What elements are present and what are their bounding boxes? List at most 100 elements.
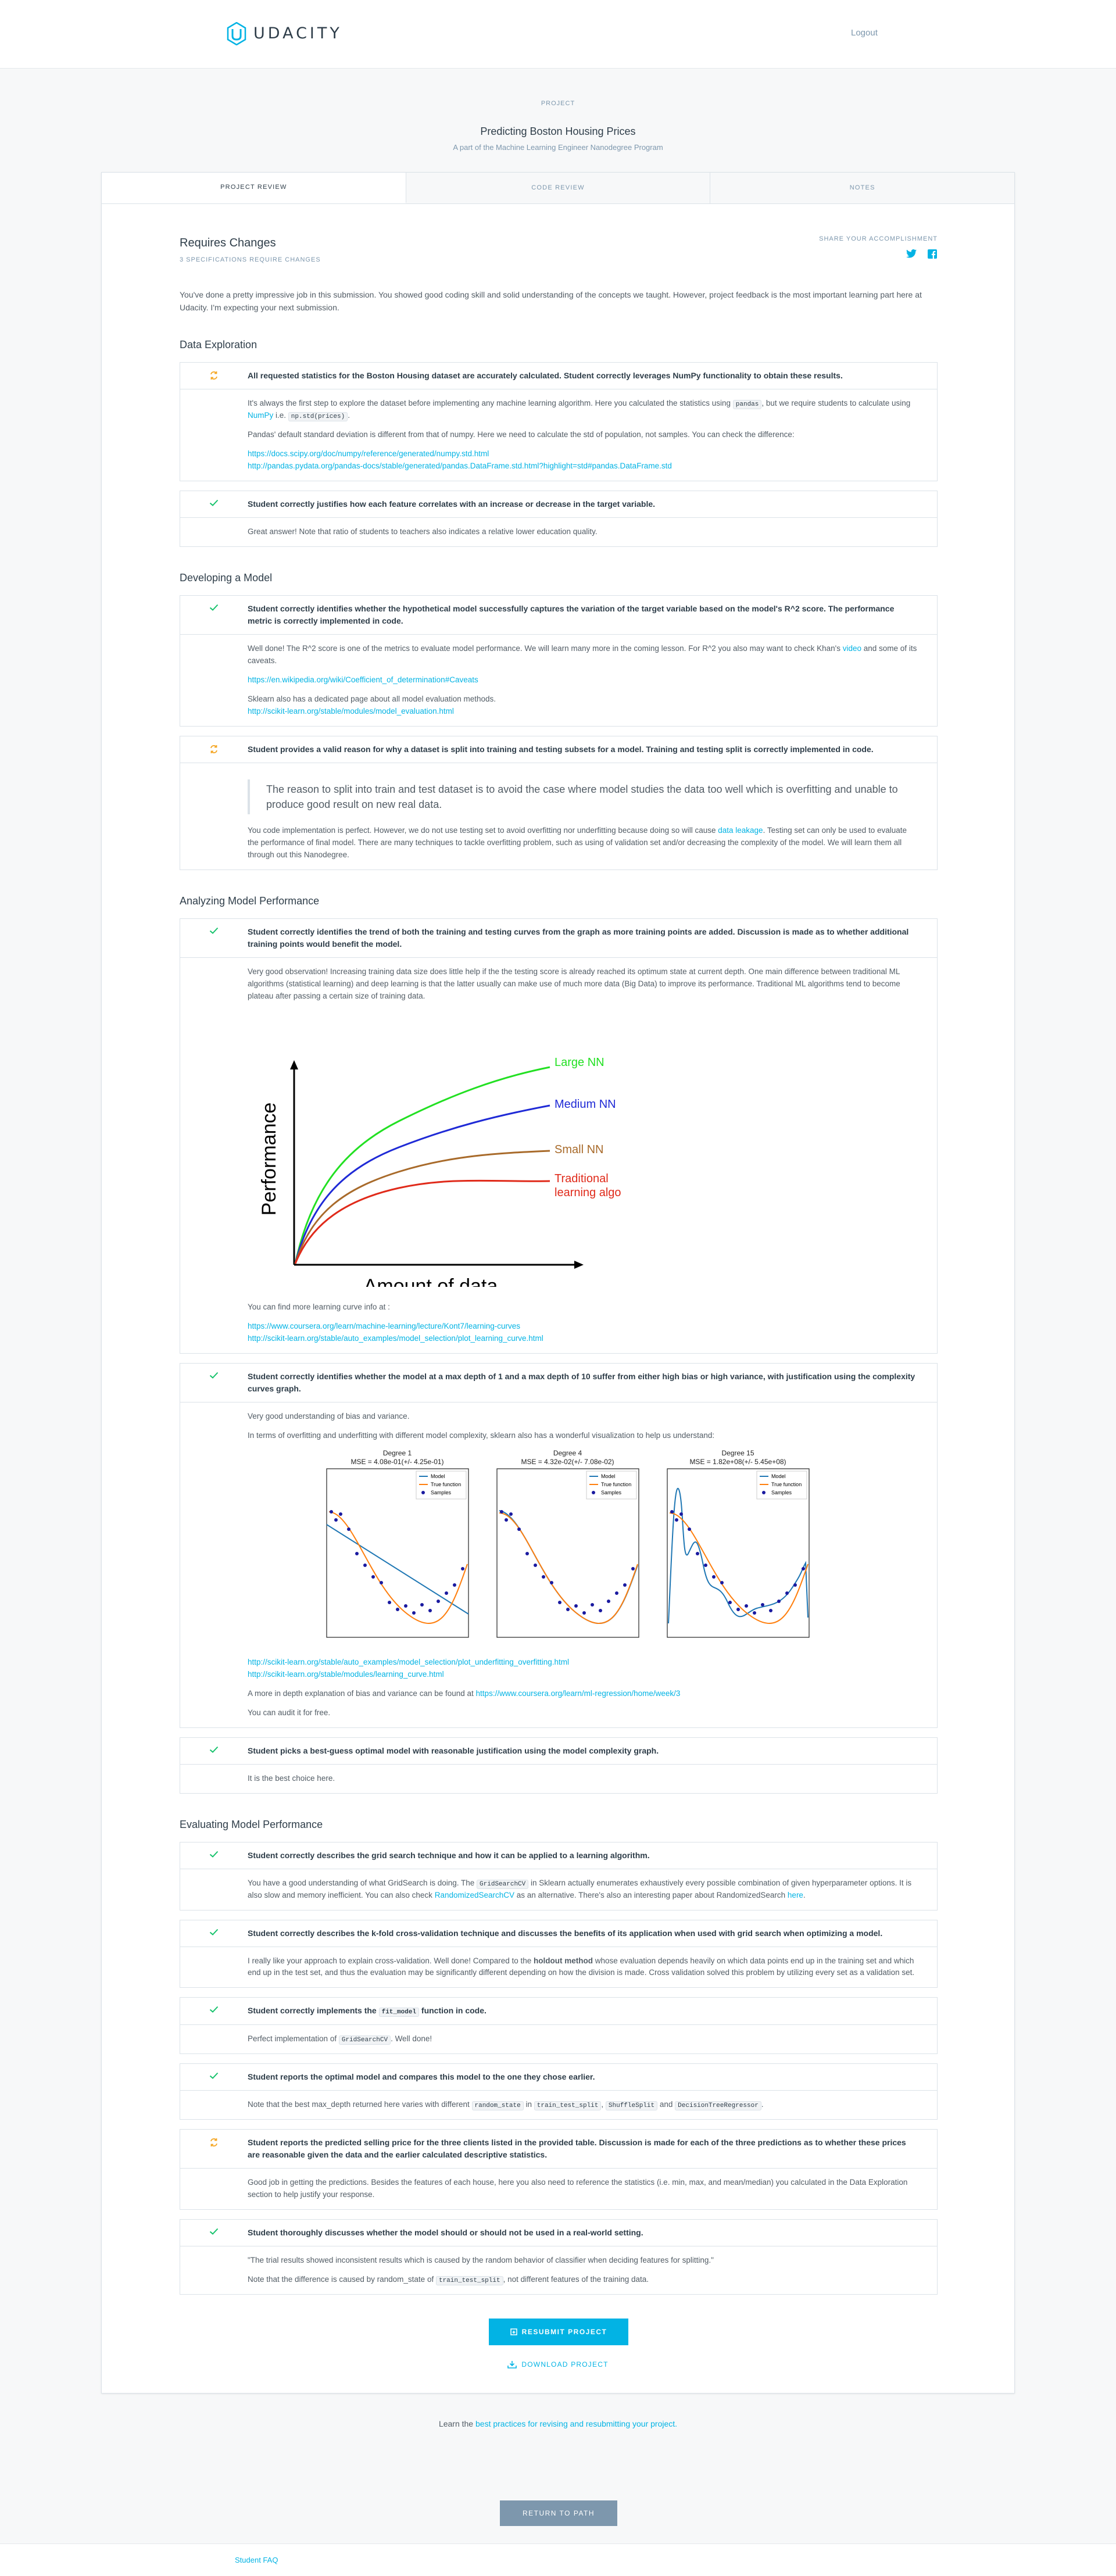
share-icons [819, 249, 938, 259]
feedback-links: https://docs.scipy.org/doc/numpy/referen… [248, 448, 920, 473]
inline-code: train_test_split [435, 2276, 503, 2285]
tab-project-review[interactable]: Project Review [102, 173, 406, 203]
feedback-text: I really like your approach to explain c… [248, 1956, 532, 1965]
udacity-logo-icon [227, 22, 246, 46]
feedback-paragraph: In terms of overfitting and underfitting… [248, 1431, 715, 1440]
udacity-logo[interactable]: UDACITY [227, 22, 342, 46]
sklearn-learning-curve-module-link[interactable]: http://scikit-learn.org/stable/modules/l… [248, 1669, 920, 1681]
y-axis-arrow [290, 1060, 298, 1070]
plot-mse: MSE = 4.08e-01(+/- 4.25e-01) [350, 1458, 444, 1466]
criterion-feedback: It is the best choice here. [180, 1765, 937, 1793]
legend-large-nn: Large NN [555, 1056, 604, 1069]
wiki-r2-link[interactable]: https://en.wikipedia.org/wiki/Coefficien… [248, 674, 920, 686]
feedback-paragraph: Great answer! Note that ratio of student… [248, 527, 598, 536]
randomized-search-paper-link[interactable]: here [788, 1891, 803, 1899]
criterion-title: Student reports the optimal model and co… [248, 2071, 595, 2081]
feedback-text: You have a good understanding of what Gr… [248, 1878, 475, 1887]
inline-code: np.std(prices) [288, 412, 348, 422]
criterion-feedback: The reason to split into train and test … [180, 763, 937, 870]
share-block: Share your accomplishment [819, 234, 938, 259]
facebook-icon[interactable] [927, 249, 938, 259]
criterion-header: Student correctly describes the grid sea… [180, 1842, 937, 1869]
tab-notes[interactable]: Notes [710, 173, 1015, 203]
legend-model: Model [601, 1473, 616, 1479]
criterion-real-world: Student thoroughly discusses whether the… [180, 2219, 938, 2295]
plot-title: Degree 15 [721, 1449, 754, 1458]
review-intro: You've done a pretty impressive job in t… [180, 290, 922, 312]
plot-title: Degree 4 [553, 1449, 582, 1458]
data-leakage-link[interactable]: data leakage [718, 826, 763, 835]
requires-changes-icon [180, 2137, 248, 2147]
requires-changes-icon [180, 743, 248, 754]
tab-code-review[interactable]: Code Review [406, 173, 711, 203]
feedback-text: Note that the best max_depth returned he… [248, 2099, 470, 2109]
criterion-title: Student correctly describes the k-fold c… [248, 1928, 883, 1938]
section-evaluating: Evaluating Model Performance [180, 1818, 323, 1830]
feedback-links: https://en.wikipedia.org/wiki/Coefficien… [248, 674, 920, 686]
criterion-feedback: Note that the best max_depth returned he… [180, 2091, 937, 2119]
resubmit-label: Resubmit Project [521, 2328, 607, 2336]
feedback-text: , not different features of the training… [503, 2274, 649, 2284]
criterion-header: Student correctly justifies how each fea… [180, 491, 937, 518]
criterion-header: All requested statistics for the Boston … [180, 363, 937, 390]
footer: Student FAQ [0, 2543, 1116, 2576]
review-content: Requires Changes 3 specifications requir… [180, 204, 938, 2304]
inline-code: fit_model [378, 2008, 420, 2017]
legend-model: Model [771, 1473, 786, 1479]
requires-changes-icon [180, 370, 248, 380]
criterion-r2-score: Student correctly identifies whether the… [180, 595, 938, 727]
degree-15-plot: Model True function Samples [667, 1468, 810, 1638]
degree-plot: Degree 1 MSE = 4.08e-01(+/- 4.25e-01) Mo… [323, 1449, 471, 1645]
sklearn-evaluation-link[interactable]: http://scikit-learn.org/stable/modules/m… [248, 706, 920, 718]
feedback-text: Perfect implementation of [248, 2034, 337, 2043]
legend-samples: Samples [771, 1490, 792, 1495]
legend-true-function: True function [771, 1482, 802, 1487]
criterion-bias-variance: Student correctly identifies whether the… [180, 1363, 938, 1728]
twitter-icon[interactable] [906, 249, 917, 259]
khan-video-link[interactable]: video [843, 644, 861, 653]
coursera-regression-link[interactable]: https://www.coursera.org/learn/ml-regres… [476, 1689, 681, 1698]
criterion-optimal-model: Student reports the optimal model and co… [180, 2063, 938, 2120]
criterion-feedback: Very good understanding of bias and vari… [180, 1403, 937, 1727]
randomized-search-link[interactable]: RandomizedSearchCV [435, 1891, 514, 1899]
criterion-header: Student correctly describes the k-fold c… [180, 1920, 937, 1947]
project-title: Predicting Boston Housing Prices [480, 125, 636, 137]
criterion-header: Student correctly identifies whether the… [180, 596, 937, 635]
criterion-header: Student correctly identifies whether the… [180, 1364, 937, 1403]
criterion-cross-validation: Student correctly describes the k-fold c… [180, 1919, 938, 1988]
download-label: Download Project [521, 2360, 609, 2369]
resubmit-project-button[interactable]: Resubmit Project [489, 2319, 628, 2345]
return-to-path-button[interactable]: Return to Path [500, 2500, 617, 2526]
feedback-paragraph: Note that the difference is caused by ra… [248, 2274, 920, 2286]
logout-link[interactable]: Logout [851, 27, 878, 40]
student-faq-link[interactable]: Student FAQ [235, 2554, 278, 2566]
top-navigation-bar: UDACITY Logout [0, 0, 1116, 69]
criterion-statistics: All requested statistics for the Boston … [180, 362, 938, 482]
feedback-paragraph: It's always the first step to explore th… [248, 398, 920, 422]
meets-spec-check-icon [180, 2005, 248, 2013]
feedback-text: Note that the difference is caused by ra… [248, 2274, 434, 2284]
sklearn-underfitting-link[interactable]: http://scikit-learn.org/stable/auto_exam… [248, 1656, 920, 1669]
sklearn-learning-curve-link[interactable]: http://scikit-learn.org/stable/auto_exam… [248, 1333, 920, 1345]
legend-traditional-1: Traditional [555, 1172, 609, 1185]
numpy-link[interactable]: NumPy [248, 411, 273, 420]
feedback-text: i.e. [273, 411, 287, 420]
legend-traditional-2: learning algo [555, 1186, 621, 1199]
degree-1-plot: Model True function Samples [326, 1468, 469, 1638]
criterion-feature-correlation: Student correctly justifies how each fea… [180, 491, 938, 548]
meets-spec-check-icon [180, 603, 248, 611]
coursera-learning-curves-link[interactable]: https://www.coursera.org/learn/machine-l… [248, 1321, 920, 1333]
feedback-paragraph: Well done! The R^2 score is one of the m… [248, 643, 920, 667]
criterion-predicted-prices: Student reports the predicted selling pr… [180, 2128, 938, 2210]
legend-samples: Samples [601, 1490, 622, 1495]
feedback-text: . [803, 1890, 806, 1899]
download-project-link[interactable]: Download Project [485, 2359, 631, 2370]
feedback-paragraph: "The trial results showed inconsistent r… [248, 2255, 714, 2264]
numpy-std-link[interactable]: https://docs.scipy.org/doc/numpy/referen… [248, 448, 920, 460]
pandas-std-link[interactable]: http://pandas.pydata.org/pandas-docs/sta… [248, 460, 920, 473]
criterion-header: Student correctly identifies the trend o… [180, 919, 937, 958]
learn-prefix: Learn the [438, 2419, 474, 2428]
best-practices-link[interactable]: best practices for revising and resubmit… [475, 2419, 677, 2428]
inline-code: random_state [471, 2101, 524, 2110]
feedback-text: in [523, 2099, 532, 2109]
